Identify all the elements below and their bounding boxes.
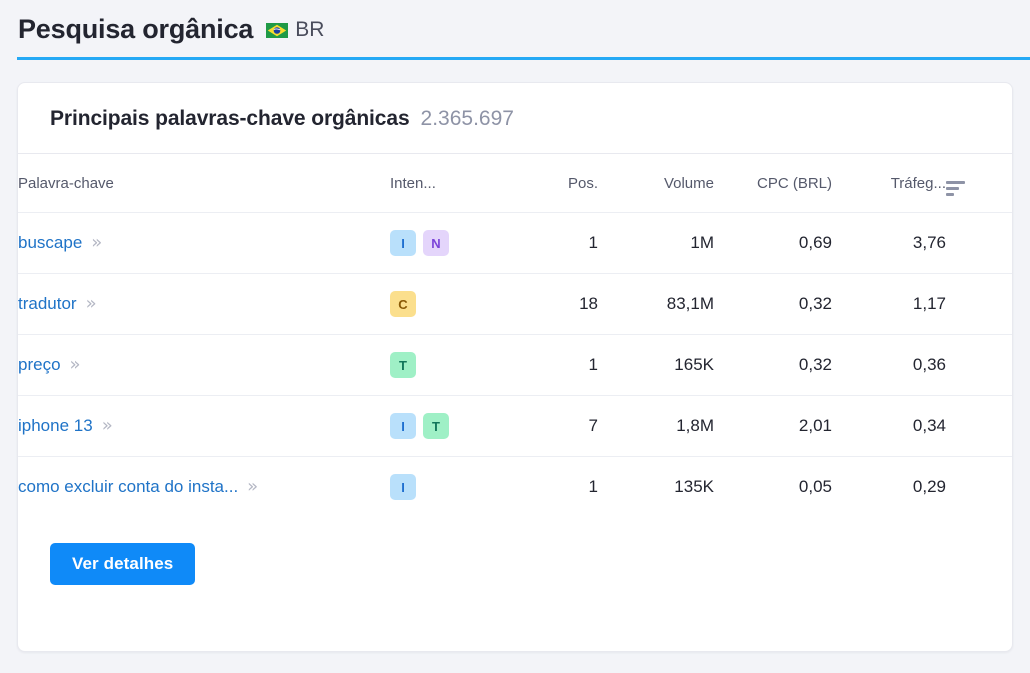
column-header-intent[interactable]: Inten...: [390, 154, 498, 213]
cell-keyword: iphone 13 »: [18, 396, 390, 457]
column-header-volume[interactable]: Volume: [598, 154, 714, 213]
table-row: preço » T 1 165K 0,32 0,36: [18, 335, 1012, 396]
card-count: 2.365.697: [421, 107, 514, 131]
double-chevron-right-icon[interactable]: »: [91, 234, 100, 252]
column-header-position[interactable]: Pos.: [498, 154, 598, 213]
cell-intent: I N: [390, 213, 498, 274]
double-chevron-right-icon[interactable]: »: [247, 478, 256, 496]
intent-badge[interactable]: I: [390, 230, 416, 256]
page-title: Pesquisa orgânica: [18, 16, 253, 43]
cell-position: 7: [498, 396, 598, 457]
view-details-button[interactable]: Ver detalhes: [50, 543, 195, 585]
cell-spacer: [946, 396, 1012, 457]
table-row: tradutor » C 18 83,1M 0,32 1,17: [18, 274, 1012, 335]
cell-traffic: 0,34: [832, 396, 946, 457]
header-accent-rule: [17, 57, 1030, 60]
cell-cpc: 0,69: [714, 213, 832, 274]
keyword-link[interactable]: buscape: [18, 233, 82, 253]
page-header: Pesquisa orgânica BR: [0, 0, 1030, 44]
keyword-link[interactable]: iphone 13: [18, 416, 93, 436]
cell-spacer: [946, 213, 1012, 274]
column-header-keyword[interactable]: Palavra-chave: [18, 154, 390, 213]
cell-spacer: [946, 335, 1012, 396]
card-title: Principais palavras-chave orgânicas: [50, 107, 410, 131]
column-header-cpc[interactable]: CPC (BRL): [714, 154, 832, 213]
column-header-traffic[interactable]: Tráfeg...: [832, 154, 946, 213]
cell-volume: 135K: [598, 457, 714, 518]
double-chevron-right-icon[interactable]: »: [102, 417, 111, 435]
cell-spacer: [946, 457, 1012, 518]
sort-button[interactable]: [946, 154, 1012, 213]
table-row: buscape » I N 1 1M 0,69 3,76: [18, 213, 1012, 274]
keyword-link[interactable]: como excluir conta do insta...: [18, 477, 238, 497]
cell-position: 1: [498, 457, 598, 518]
double-chevron-right-icon[interactable]: »: [70, 356, 79, 374]
cell-position: 1: [498, 335, 598, 396]
cell-traffic: 0,29: [832, 457, 946, 518]
intent-badge[interactable]: N: [423, 230, 449, 256]
sort-icon: [946, 181, 966, 196]
cell-position: 18: [498, 274, 598, 335]
cell-volume: 83,1M: [598, 274, 714, 335]
cell-cpc: 2,01: [714, 396, 832, 457]
cell-cpc: 0,32: [714, 274, 832, 335]
cell-intent: T: [390, 335, 498, 396]
cell-keyword: preço »: [18, 335, 390, 396]
cell-intent: I: [390, 457, 498, 518]
table-row: iphone 13 » I T 7 1,8M 2,01 0,34: [18, 396, 1012, 457]
cell-volume: 1M: [598, 213, 714, 274]
intent-badge[interactable]: T: [390, 352, 416, 378]
card-footer: Ver detalhes: [18, 517, 1012, 585]
cell-volume: 1,8M: [598, 396, 714, 457]
cell-intent: I T: [390, 396, 498, 457]
organic-keywords-card: Principais palavras-chave orgânicas 2.36…: [17, 82, 1013, 652]
cell-cpc: 0,32: [714, 335, 832, 396]
table-body: buscape » I N 1 1M 0,69 3,76: [18, 213, 1012, 518]
intent-badge[interactable]: T: [423, 413, 449, 439]
cell-volume: 165K: [598, 335, 714, 396]
cell-traffic: 0,36: [832, 335, 946, 396]
cell-position: 1: [498, 213, 598, 274]
cell-keyword: como excluir conta do insta... »: [18, 457, 390, 518]
organic-keywords-table: Palavra-chave Inten... Pos. Volume CPC (…: [18, 154, 1012, 517]
intent-badge[interactable]: C: [390, 291, 416, 317]
cell-keyword: buscape »: [18, 213, 390, 274]
intent-badge[interactable]: I: [390, 474, 416, 500]
brazil-flag-icon: [266, 23, 288, 38]
cell-cpc: 0,05: [714, 457, 832, 518]
cell-keyword: tradutor »: [18, 274, 390, 335]
cell-intent: C: [390, 274, 498, 335]
table-header-row: Palavra-chave Inten... Pos. Volume CPC (…: [18, 154, 1012, 213]
country-code: BR: [295, 19, 324, 40]
card-header: Principais palavras-chave orgânicas 2.36…: [18, 83, 1012, 131]
double-chevron-right-icon[interactable]: »: [86, 295, 95, 313]
table-row: como excluir conta do insta... » I 1 135…: [18, 457, 1012, 518]
keyword-link[interactable]: tradutor: [18, 294, 77, 314]
cell-spacer: [946, 274, 1012, 335]
cell-traffic: 3,76: [832, 213, 946, 274]
intent-badge[interactable]: I: [390, 413, 416, 439]
cell-traffic: 1,17: [832, 274, 946, 335]
keyword-link[interactable]: preço: [18, 355, 61, 375]
